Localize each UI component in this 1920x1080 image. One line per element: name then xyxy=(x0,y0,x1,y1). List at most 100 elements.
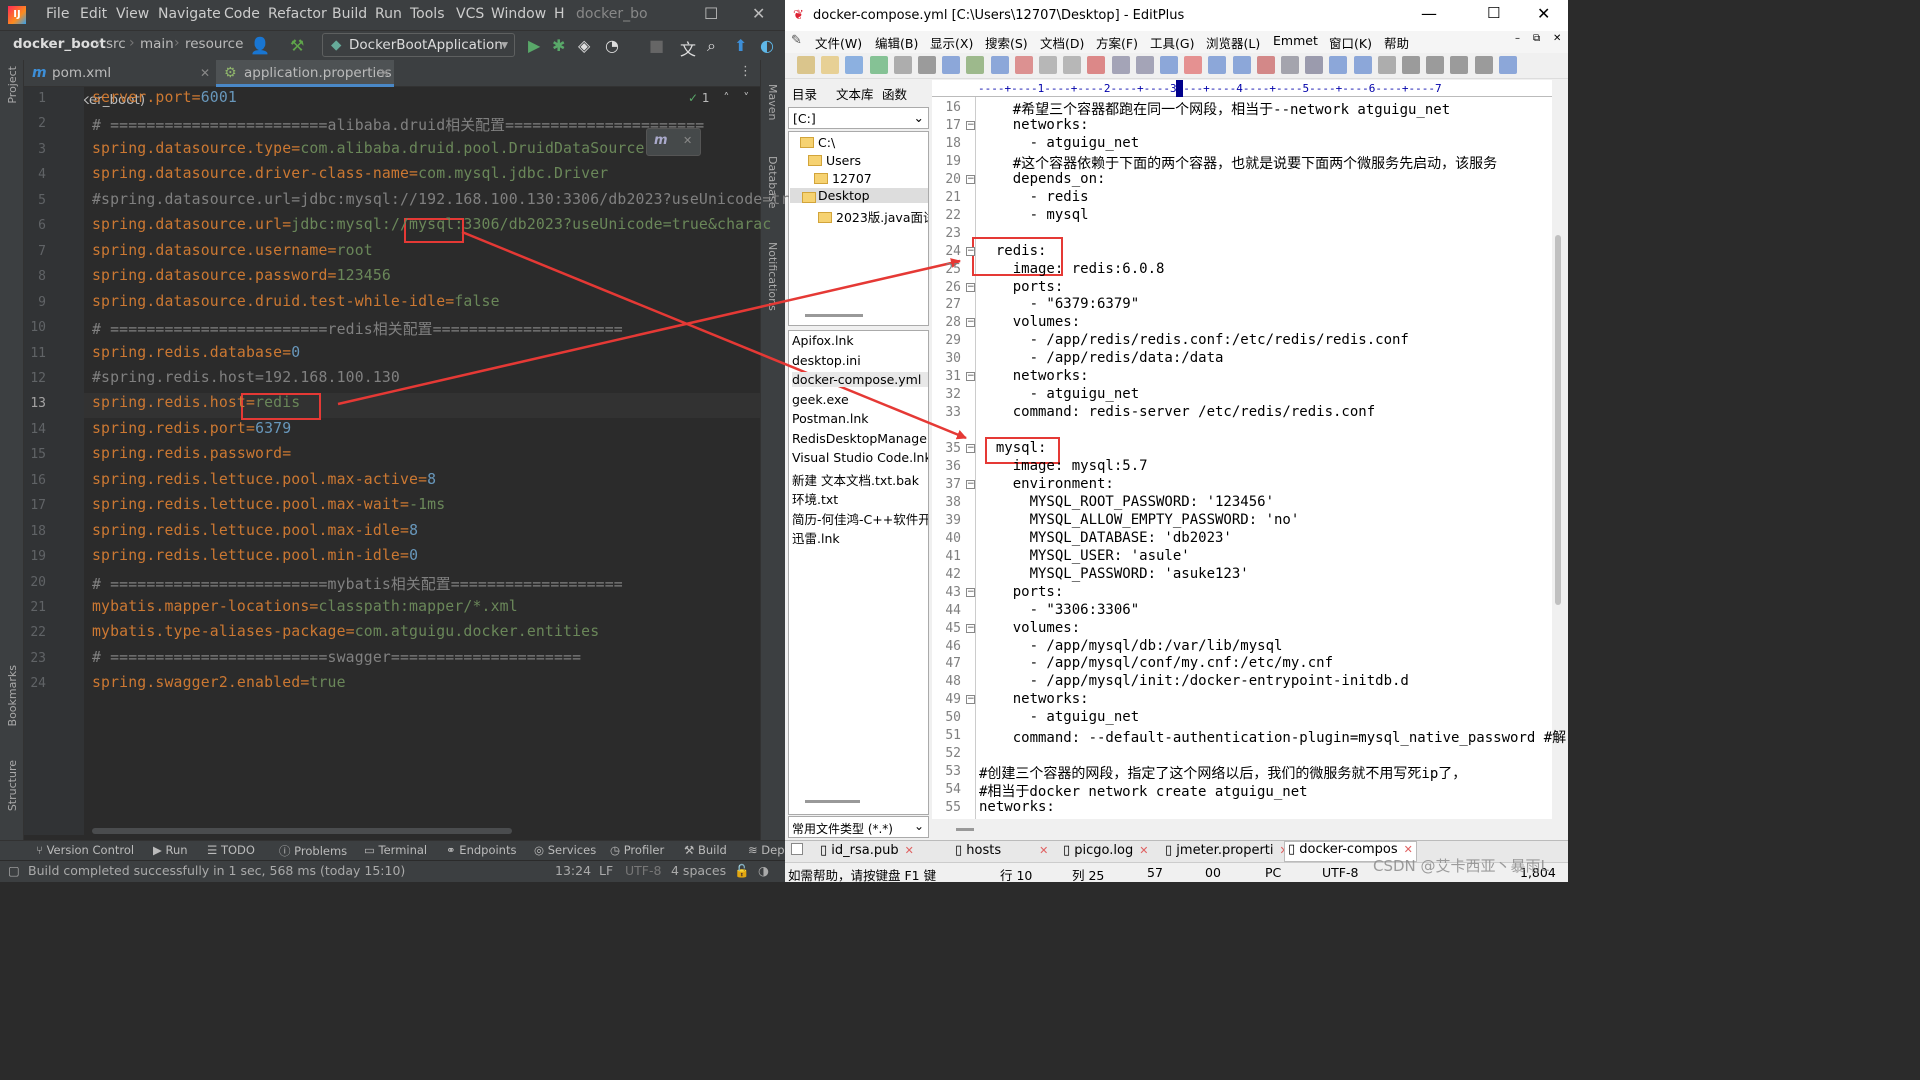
yaml-line: ports: xyxy=(979,583,1064,600)
fold-toggle-icon[interactable]: − xyxy=(966,246,975,256)
editplus-line-number: 16 xyxy=(945,100,961,115)
property-value: 0 xyxy=(409,547,419,565)
line-number: 15 xyxy=(30,447,46,463)
fold-toggle-icon[interactable]: − xyxy=(966,318,975,328)
property-separator: = xyxy=(246,419,256,437)
line-number: 22 xyxy=(30,625,46,641)
editplus-line-number: 46 xyxy=(945,638,961,654)
toolbar-button-icon[interactable] xyxy=(1111,56,1130,74)
property-value: true xyxy=(309,674,346,692)
property-separator: = xyxy=(246,394,256,412)
property-value: 8 xyxy=(409,521,419,539)
file-item[interactable]: Postman.lnk xyxy=(792,411,928,426)
toolbar-button-icon[interactable] xyxy=(869,56,888,74)
property-key: spring.redis.lettuce.pool.max-wait xyxy=(92,496,400,514)
code-line: spring.redis.host=redis xyxy=(92,394,300,411)
yaml-line: volumes: xyxy=(979,619,1081,636)
file-item[interactable]: 新建 文本文档.txt.bak xyxy=(792,470,928,489)
toolbar-button-icon[interactable] xyxy=(845,56,864,74)
toolbar-button-icon[interactable] xyxy=(1329,56,1348,74)
toolbar-button-icon[interactable] xyxy=(821,56,840,74)
line-number: 5 xyxy=(38,192,46,208)
file-item[interactable]: 环境.txt xyxy=(792,489,928,508)
fold-toggle-icon[interactable]: − xyxy=(966,587,975,597)
yaml-line: - "6379:6379" xyxy=(979,296,1140,313)
yaml-line: image: mysql:5.7 xyxy=(979,458,1148,474)
toolbar-button-icon[interactable] xyxy=(1232,56,1251,74)
toolbar-button-icon[interactable] xyxy=(1135,56,1154,74)
file-item[interactable]: docker-compose.yml xyxy=(792,372,928,387)
toolbar-button-icon[interactable] xyxy=(1402,56,1420,74)
watermark: CSDN @艾卡西亚丶暴雨L xyxy=(1373,857,1549,875)
fold-toggle-icon[interactable]: − xyxy=(966,623,975,633)
fold-toggle-icon[interactable]: − xyxy=(966,695,975,705)
property-value: 6001 xyxy=(200,89,237,106)
code-line: spring.datasource.password=123456 xyxy=(92,267,391,284)
toolbar-button-icon[interactable] xyxy=(1063,56,1082,74)
code-comment-line: # ========================alibaba.druid相… xyxy=(92,117,705,135)
fold-toggle-icon[interactable]: − xyxy=(966,372,975,382)
toolbar-button-icon[interactable] xyxy=(942,56,961,74)
toolbar-button-icon[interactable] xyxy=(893,56,912,74)
toolbar-button-icon[interactable] xyxy=(1256,56,1275,74)
file-item[interactable]: desktop.ini xyxy=(792,353,928,368)
line-number: 20 xyxy=(30,574,46,590)
property-separator: = xyxy=(418,470,428,488)
property-key: spring.datasource.url xyxy=(92,216,283,234)
yaml-line: - "3306:3306" xyxy=(979,601,1140,618)
toolbar-button-icon[interactable] xyxy=(1160,56,1178,74)
property-key: spring.datasource.username xyxy=(92,241,328,259)
property-separator: = xyxy=(400,521,410,539)
toolbar-button-icon[interactable] xyxy=(1353,56,1372,74)
line-number: 12 xyxy=(30,370,46,386)
fold-toggle-icon[interactable]: − xyxy=(966,174,975,184)
property-key: spring.redis.password xyxy=(92,445,283,463)
toolbar-button-icon[interactable] xyxy=(1474,56,1493,74)
file-item[interactable]: Visual Studio Code.lnk xyxy=(792,450,928,465)
file-item[interactable]: 迅雷.lnk xyxy=(792,528,928,547)
code-line: spring.redis.database=0 xyxy=(92,344,300,361)
file-item[interactable]: 简历-何佳鸿-C++软件开 xyxy=(792,509,928,528)
toolbar-button-icon[interactable] xyxy=(1305,56,1324,74)
property-key: spring.datasource.type xyxy=(92,139,292,157)
editplus-line-number: 23 xyxy=(945,225,961,241)
toolbar-button-icon[interactable] xyxy=(1426,56,1445,74)
toolbar-button-icon[interactable] xyxy=(1377,56,1396,74)
toolbar-button-icon[interactable] xyxy=(1281,56,1299,74)
property-value: false xyxy=(454,292,500,310)
yaml-line: - atguigu_net xyxy=(979,386,1140,403)
toolbar-button-icon[interactable] xyxy=(797,56,815,74)
toolbar-button-icon[interactable] xyxy=(1498,56,1517,74)
property-value: 8 xyxy=(427,470,437,488)
line-number: 10 xyxy=(30,320,46,336)
toolbar-button-icon[interactable] xyxy=(990,56,1009,74)
yaml-line: - atguigu_net xyxy=(979,709,1140,726)
file-item[interactable]: RedisDesktopManager xyxy=(792,431,928,446)
fold-toggle-icon[interactable]: − xyxy=(966,444,975,454)
code-comment-line: # ========================mybatis相关配置===… xyxy=(92,575,623,593)
toolbar-button-icon[interactable] xyxy=(966,56,985,74)
yaml-line: - atguigu_net xyxy=(979,134,1140,151)
property-key: mybatis.mapper-locations xyxy=(92,598,310,615)
fold-toggle-icon[interactable]: − xyxy=(966,282,975,292)
editplus-line-number: 55 xyxy=(945,800,961,816)
line-number: 19 xyxy=(30,549,46,565)
file-item[interactable]: geek.exe xyxy=(792,392,928,407)
fold-toggle-icon[interactable]: − xyxy=(966,479,975,489)
property-separator: = xyxy=(445,292,455,310)
toolbar-button-icon[interactable] xyxy=(1039,56,1057,74)
toolbar-button-icon[interactable] xyxy=(1450,56,1469,74)
editplus-line-number: 35 xyxy=(945,441,961,457)
line-number: 8 xyxy=(38,269,46,285)
toolbar-button-icon[interactable] xyxy=(1014,56,1033,74)
fold-toggle-icon[interactable]: − xyxy=(966,120,975,130)
code-line: spring.redis.lettuce.pool.max-wait=-1ms xyxy=(92,496,445,513)
toolbar-button-icon[interactable] xyxy=(1184,56,1203,74)
toolbar-button-icon[interactable] xyxy=(918,56,936,74)
yaml-line: image: redis:6.0.8 xyxy=(979,260,1165,277)
file-item[interactable]: Apifox.lnk xyxy=(792,333,928,348)
code-line: spring.datasource.driver-class-name=com.… xyxy=(92,165,608,182)
toolbar-button-icon[interactable] xyxy=(1087,56,1106,74)
toolbar-button-icon[interactable] xyxy=(1208,56,1227,74)
yaml-line: environment: xyxy=(979,475,1114,492)
